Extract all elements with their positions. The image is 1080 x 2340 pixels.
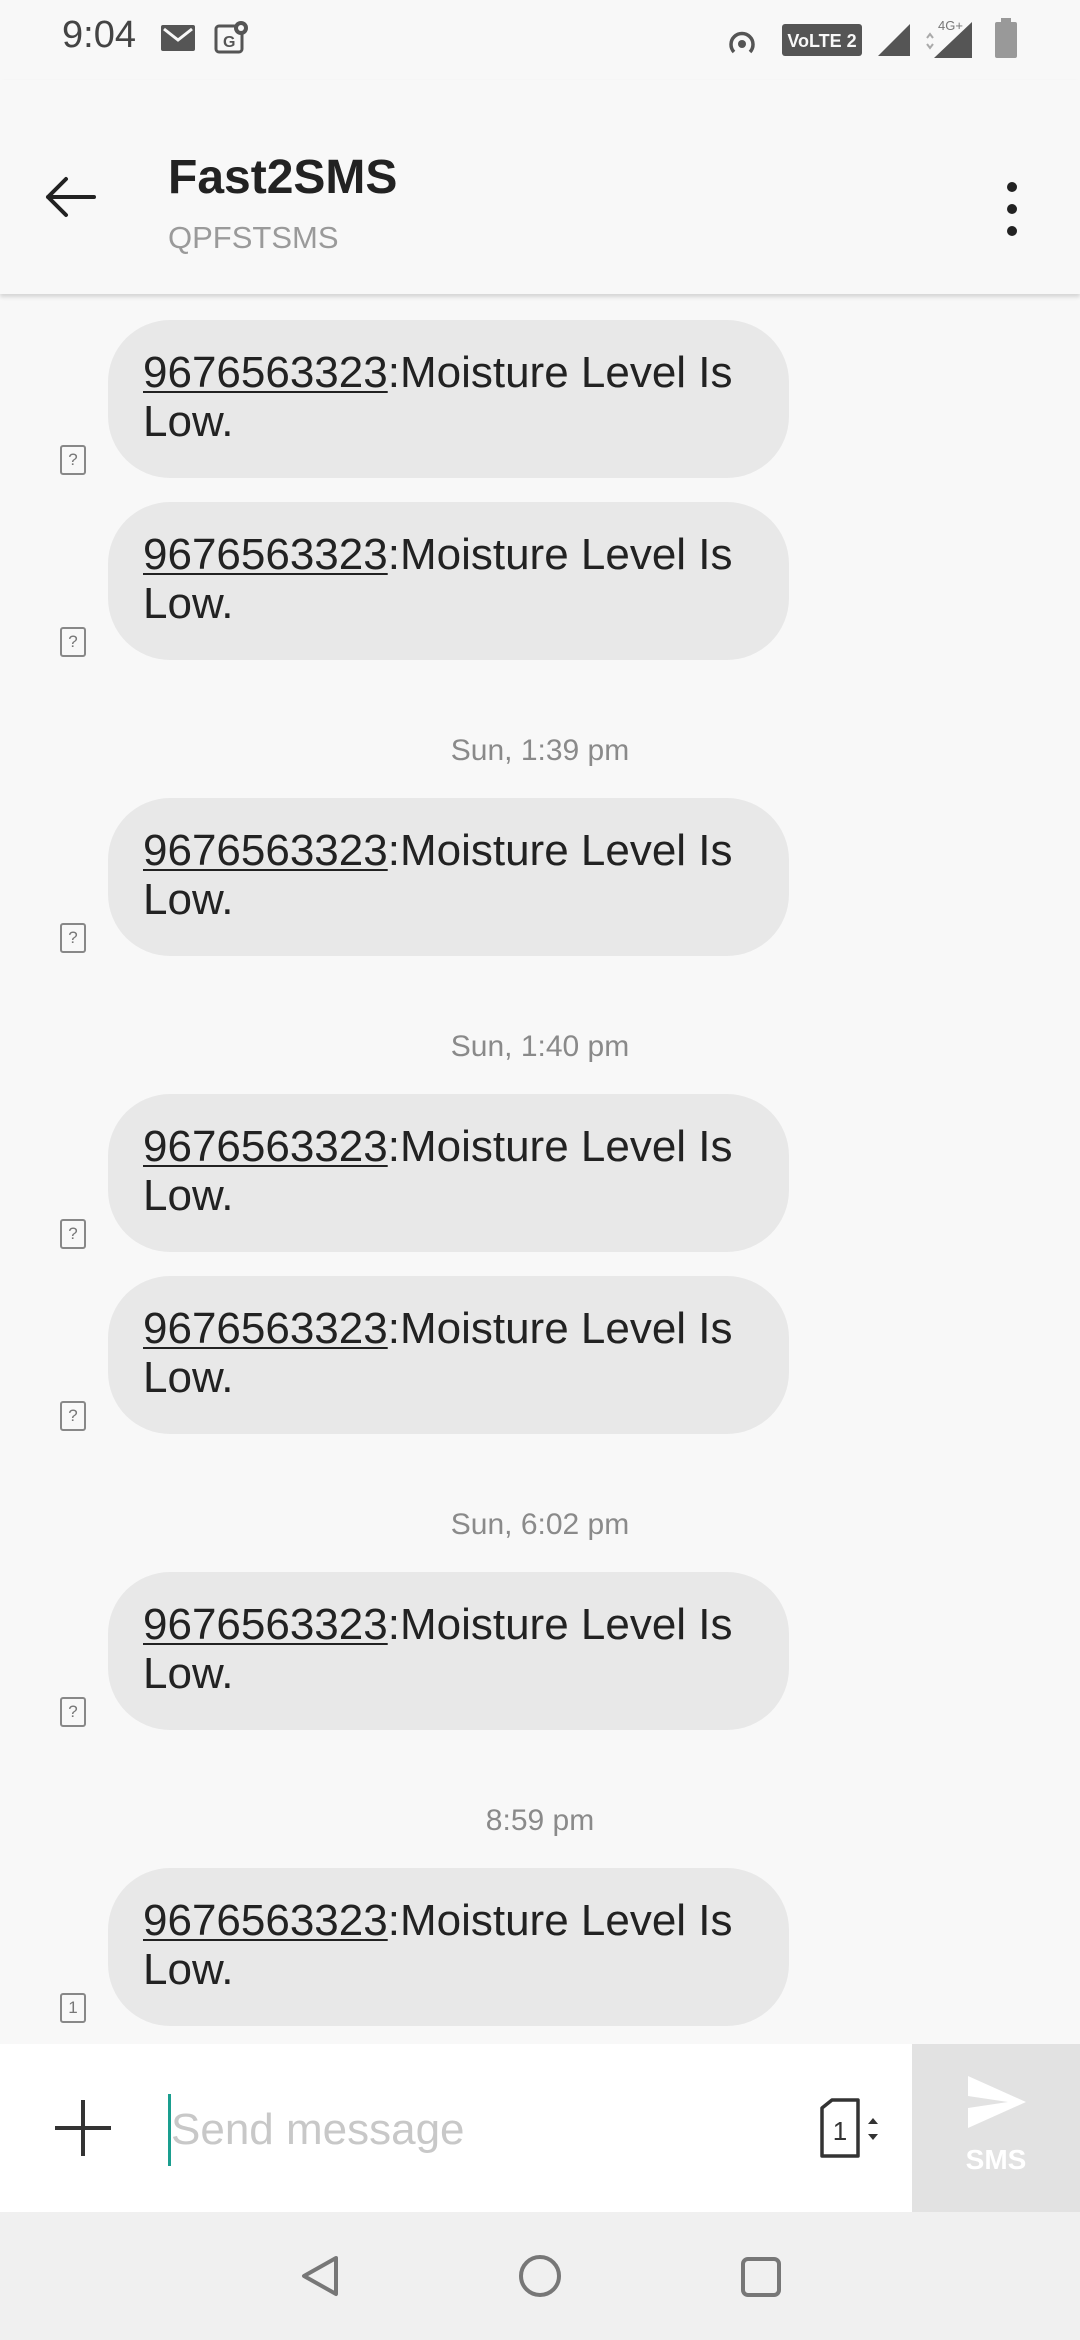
message-timestamp: Sun, 6:02 pm [450,1508,630,1541]
signal-4g-icon: 4G+ [926,18,972,58]
svg-text:4G+: 4G+ [938,18,963,33]
phone-number-link[interactable]: 9676563323 [143,826,388,875]
overflow-menu-button[interactable] [990,175,1034,245]
message-text: 9676563323:Moisture Level Is Low. [143,348,733,446]
system-navigation-bar [0,2212,1080,2340]
phone-number-link[interactable]: 9676563323 [143,1304,388,1353]
nav-recents-icon[interactable] [740,2256,782,2298]
message-text: 9676563323:Moisture Level Is Low. [143,1896,733,1994]
sim-indicator-icon: ? [60,445,86,475]
message-text: 9676563323:Moisture Level Is Low. [143,530,733,628]
sim-indicator-icon: ? [60,627,86,657]
sim-indicator-icon: ? [60,1697,86,1727]
message-timestamp: Sun, 1:40 pm [450,1030,630,1063]
message-text: 9676563323:Moisture Level Is Low. [143,1122,733,1220]
nav-home-icon[interactable] [518,2254,562,2298]
phone-number-link[interactable]: 9676563323 [143,1896,388,1945]
send-icon [968,2076,1026,2128]
sim-indicator-icon: ? [60,923,86,953]
conversation-thread[interactable]: 9676563323:Moisture Level Is Low. ? 9676… [0,294,1080,2044]
phone-number-link[interactable]: 9676563323 [143,1600,388,1649]
back-button[interactable] [40,167,120,227]
message-bubble[interactable]: 9676563323:Moisture Level Is Low. [108,1094,789,1252]
message-input[interactable] [168,2094,793,2166]
phone-number-link[interactable]: 9676563323 [143,530,388,579]
back-arrow-icon [46,177,96,217]
sim-indicator-icon: ? [60,1219,86,1249]
message-text: 9676563323:Moisture Level Is Low. [143,826,733,924]
compose-bar: 1 SMS [0,2044,1080,2212]
sim-indicator-icon: ? [60,1401,86,1431]
message-bubble[interactable]: 9676563323:Moisture Level Is Low. [108,320,789,478]
message-bubble[interactable]: 9676563323:Moisture Level Is Low. [108,1868,789,2026]
message-bubble[interactable]: 9676563323:Moisture Level Is Low. [108,502,789,660]
maps-notification-icon: G [214,21,248,54]
phone-number-link[interactable]: 9676563323 [143,1122,388,1171]
battery-icon [995,18,1017,58]
hotspot-icon [729,31,755,54]
conversation-subtitle: QPFSTSMS [168,220,339,255]
send-sms-label: SMS [965,2144,1027,2175]
svg-text:G: G [223,34,235,51]
sim-card-icon: 1 [820,2098,878,2158]
volte-icon: VoLTE 2 [782,24,862,56]
message-timestamp: 8:59 pm [485,1804,595,1837]
message-bubble[interactable]: 9676563323:Moisture Level Is Low. [108,1572,789,1730]
signal-icon [878,24,910,56]
message-text: 9676563323:Moisture Level Is Low. [143,1304,733,1402]
gmail-icon [161,25,195,51]
status-time: 9:04 [62,14,136,56]
message-timestamp: Sun, 1:39 pm [450,734,630,767]
app-bar: Fast2SMS QPFSTSMS [0,80,1080,294]
send-button[interactable]: SMS [912,2044,1080,2212]
sim-indicator-icon: 1 [60,1993,86,2023]
message-text: 9676563323:Moisture Level Is Low. [143,1600,733,1698]
sim-selector-button[interactable]: 1 [818,2098,888,2160]
nav-back-icon[interactable] [298,2254,342,2298]
add-attachment-button[interactable] [55,2100,111,2156]
conversation-title: Fast2SMS [168,151,398,204]
svg-text:VoLTE 2: VoLTE 2 [787,31,856,51]
svg-text:1: 1 [833,2116,847,2146]
message-bubble[interactable]: 9676563323:Moisture Level Is Low. [108,1276,789,1434]
message-bubble[interactable]: 9676563323:Moisture Level Is Low. [108,798,789,956]
status-bar: 9:04 G VoLTE 2 4G+ [0,0,1080,80]
phone-number-link[interactable]: 9676563323 [143,348,388,397]
